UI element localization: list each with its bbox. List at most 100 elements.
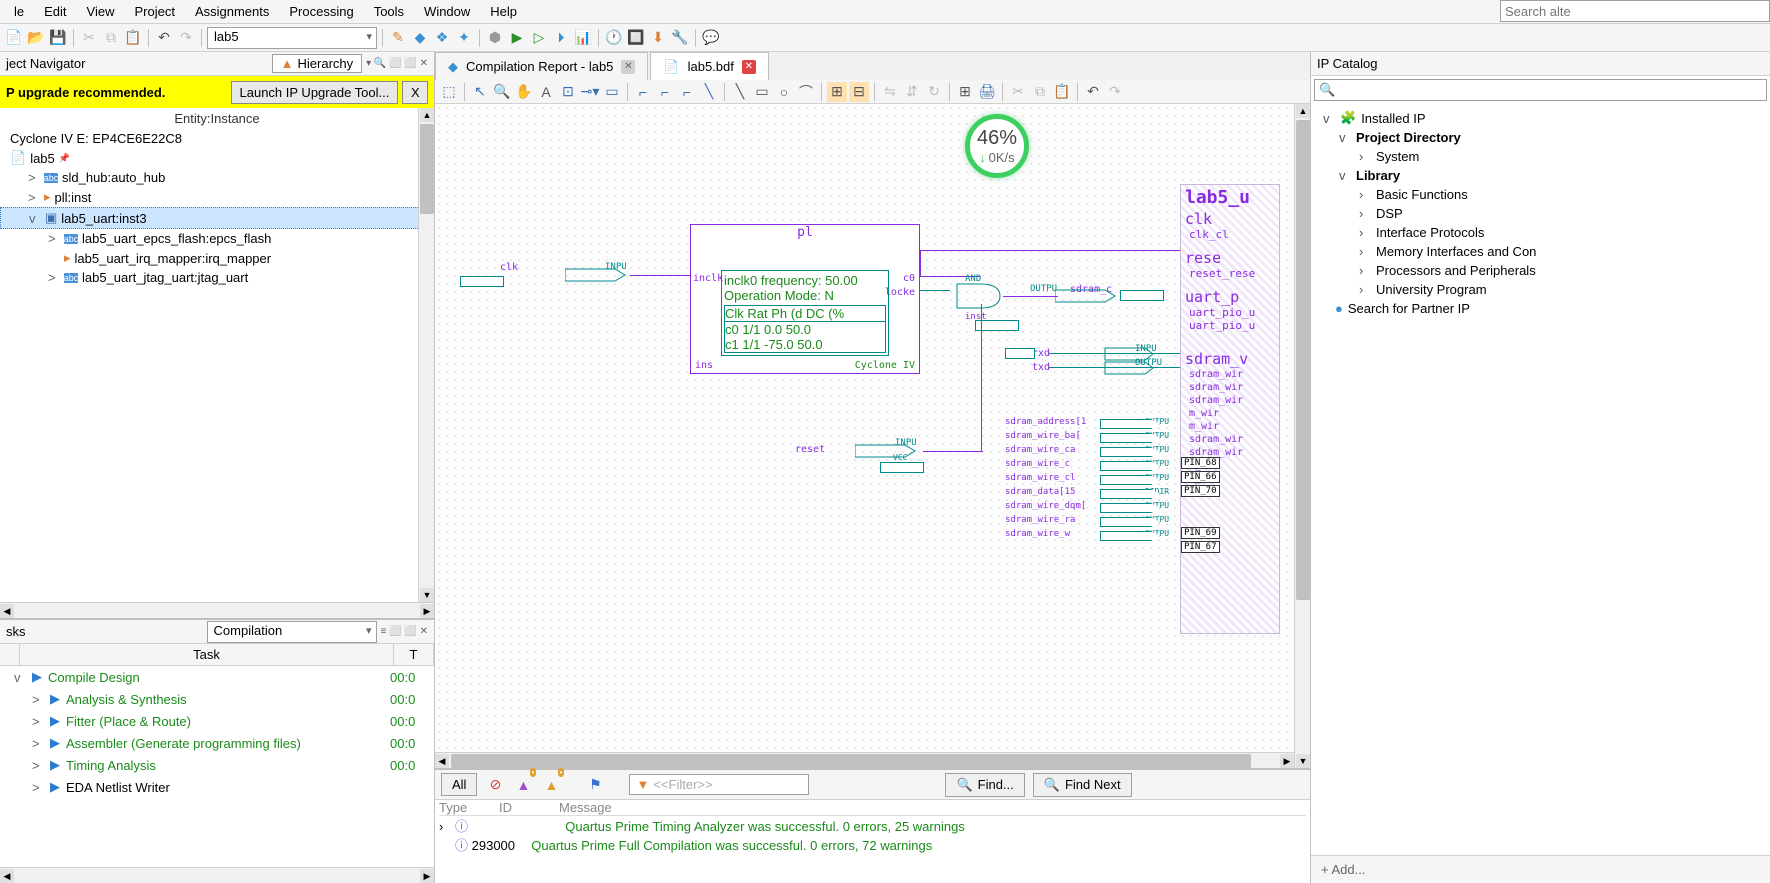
find2-icon[interactable]: ⊞ <box>955 82 975 102</box>
text-icon[interactable]: A <box>536 82 556 102</box>
oval-icon[interactable]: ○ <box>774 82 794 102</box>
pin-assignment[interactable]: PIN_66 <box>1181 471 1220 483</box>
ip-partner-search[interactable]: ●Search for Partner IP <box>1317 299 1764 318</box>
menu-assignments[interactable]: Assignments <box>185 2 279 21</box>
menu-window[interactable]: Window <box>414 2 480 21</box>
line-icon[interactable]: ╲ <box>730 82 750 102</box>
messages-list[interactable]: TypeIDMessage ›ⓘ Quartus Prime Timing An… <box>435 800 1310 883</box>
hierarchy-item[interactable]: >abcsld_hub:auto_hub <box>0 168 434 187</box>
print-icon[interactable]: 🖨 <box>977 82 997 102</box>
play2-icon[interactable]: ▷ <box>529 28 549 48</box>
hierarchy-item[interactable]: >▸pll:inst <box>0 187 434 207</box>
pll-block[interactable]: pl inclk c0 locke inclk0 frequency: 50.0… <box>690 224 920 374</box>
hierarchy-tree[interactable]: Entity:Instance Cyclone IV E: EP4CE6E22C… <box>0 108 434 602</box>
close-icon[interactable]: ✕ <box>621 60 635 74</box>
pin-assignment[interactable]: PIN_68 <box>1181 457 1220 469</box>
chat-icon[interactable]: 💬 <box>701 28 721 48</box>
menu-processing[interactable]: Processing <box>279 2 363 21</box>
rotate-icon[interactable]: ↻ <box>924 82 944 102</box>
task-row[interactable]: >▶Timing Analysis00:0 <box>0 754 434 776</box>
ip-item[interactable]: ›System <box>1317 147 1764 166</box>
ip-item[interactable]: ›DSP <box>1317 204 1764 223</box>
hierarchy-item[interactable]: v▣lab5_uart:inst3 <box>0 207 434 229</box>
scroll-down-icon[interactable]: ▼ <box>1296 754 1310 768</box>
ip-item[interactable]: ›Interface Protocols <box>1317 223 1764 242</box>
scroll-thumb[interactable] <box>420 124 434 214</box>
undo-icon[interactable]: ↶ <box>154 28 174 48</box>
task-row[interactable]: >▶Assembler (Generate programming files)… <box>0 732 434 754</box>
save-icon[interactable]: 💾 <box>48 28 68 48</box>
message-row[interactable]: ⓘ 293000 Quartus Prime Full Compilation … <box>439 835 1306 854</box>
ip-group[interactable]: vLibrary <box>1317 166 1764 185</box>
paste-icon[interactable]: 📋 <box>123 28 143 48</box>
menu-help[interactable]: Help <box>480 2 527 21</box>
undo2-icon[interactable]: ↶ <box>1083 82 1103 102</box>
fast-icon[interactable]: ⏵ <box>551 28 571 48</box>
compile-icon[interactable]: ◆ <box>410 28 430 48</box>
lab5-uart-block[interactable]: lab5_u clk clk_cl rese reset_rese uart_p… <box>1180 184 1280 634</box>
flip-v-icon[interactable]: ⇵ <box>902 82 922 102</box>
find-button[interactable]: 🔍Find... <box>945 773 1024 797</box>
ortho-icon[interactable]: ⌐ <box>633 82 653 102</box>
ip-item[interactable]: ›Basic Functions <box>1317 185 1764 204</box>
error-filter-icon[interactable]: ⊘ <box>485 775 505 795</box>
bus-icon[interactable]: ⌐ <box>655 82 675 102</box>
copy-icon[interactable]: ⧉ <box>101 28 121 48</box>
task-row[interactable]: >▶Fitter (Place & Route)00:0 <box>0 710 434 732</box>
nav-controls[interactable]: ▾ 🔍 ⬜ ⬜ ✕ <box>366 58 428 69</box>
close-icon[interactable]: ✕ <box>742 60 756 74</box>
timing-icon[interactable]: 🕐 <box>604 28 624 48</box>
scroll-down-icon[interactable]: ▼ <box>420 588 434 602</box>
root-entity[interactable]: 📄lab5📌 <box>0 148 434 168</box>
schematic-canvas[interactable]: 46% ↓ 0K/s clk INPU pl inclk c0 locke in… <box>435 104 1294 752</box>
open-icon[interactable]: 📂 <box>26 28 46 48</box>
message-row[interactable]: ›ⓘ Quartus Prime Timing Analyzer was suc… <box>439 816 1306 835</box>
nav-scrollbar-h[interactable]: ◀ ▶ <box>0 602 434 618</box>
scroll-thumb[interactable] <box>1296 120 1310 600</box>
search-altera[interactable] <box>1500 0 1770 22</box>
tool-icon[interactable]: 🔧 <box>670 28 690 48</box>
arc-icon[interactable]: ⌒ <box>796 82 816 102</box>
find-next-button[interactable]: 🔍Find Next <box>1033 773 1132 797</box>
scroll-left-icon[interactable]: ◀ <box>435 754 449 768</box>
clk-pin[interactable] <box>460 276 504 287</box>
hierarchy-tab[interactable]: ▲Hierarchy <box>272 54 363 73</box>
rect-icon[interactable]: ▭ <box>752 82 772 102</box>
cut2-icon[interactable]: ✂ <box>1008 82 1028 102</box>
tab-lab5-bdf[interactable]: 📄lab5.bdf✕ <box>650 52 768 80</box>
ip-item[interactable]: ›Memory Interfaces and Con <box>1317 242 1764 261</box>
report-icon[interactable]: 📊 <box>573 28 593 48</box>
menu-view[interactable]: View <box>77 2 125 21</box>
task-row[interactable]: v▶Compile Design00:0 <box>0 666 434 688</box>
pin-assignment[interactable]: PIN_67 <box>1181 541 1220 553</box>
stop-icon[interactable]: ⬢ <box>485 28 505 48</box>
menu-file[interactable]: le <box>4 2 34 21</box>
symbol-icon[interactable]: ⊡ <box>558 82 578 102</box>
canvas-scrollbar-v[interactable]: ▲ ▼ <box>1294 104 1310 768</box>
ip-add-button[interactable]: + Add... <box>1311 855 1770 883</box>
menu-tools[interactable]: Tools <box>364 2 414 21</box>
sdram-c-pin[interactable] <box>1120 290 1164 301</box>
menu-edit[interactable]: Edit <box>34 2 76 21</box>
nav-scrollbar-v[interactable]: ▲ ▼ <box>418 108 434 602</box>
scroll-left-icon[interactable]: ◀ <box>0 604 14 618</box>
scroll-thumb[interactable] <box>451 754 1251 768</box>
flip-h-icon[interactable]: ⇋ <box>880 82 900 102</box>
banner-close-button[interactable]: X <box>402 81 428 104</box>
msgs-all-button[interactable]: All <box>441 773 477 796</box>
filter-input[interactable]: ▼<<Filter>> <box>629 774 809 795</box>
home-icon[interactable]: ⬚ <box>439 82 459 102</box>
scroll-right-icon[interactable]: ▶ <box>420 869 434 883</box>
hierarchy-item[interactable]: >abclab5_uart_epcs_flash:epcs_flash <box>0 229 434 248</box>
scroll-left-icon[interactable]: ◀ <box>0 869 14 883</box>
scroll-right-icon[interactable]: ▶ <box>420 604 434 618</box>
hierarchy-item[interactable]: ▸lab5_uart_irq_mapper:irq_mapper <box>0 248 434 268</box>
ip-tree[interactable]: v🧩Installed IP vProject Directory›System… <box>1311 104 1770 855</box>
pin-assignment[interactable]: PIN_70 <box>1181 485 1220 497</box>
chip-icon[interactable]: 🔲 <box>626 28 646 48</box>
ip-group[interactable]: vProject Directory <box>1317 128 1764 147</box>
elaborate-icon[interactable]: ✦ <box>454 28 474 48</box>
tasks-scrollbar-h[interactable]: ◀ ▶ <box>0 867 434 883</box>
project-combo[interactable]: lab5 <box>207 27 377 49</box>
conduit-icon[interactable]: ⌐ <box>677 82 697 102</box>
